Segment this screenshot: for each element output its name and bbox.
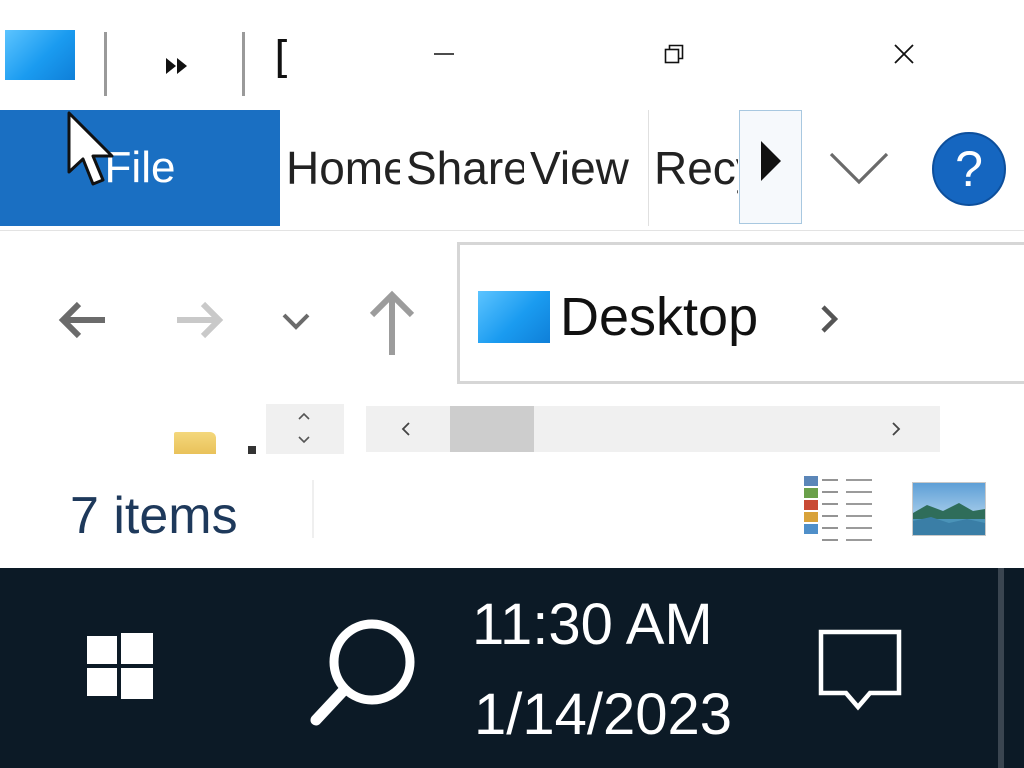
details-view-button[interactable]	[802, 476, 874, 542]
back-button[interactable]	[52, 290, 112, 350]
chevron-up-icon	[298, 412, 310, 420]
breadcrumb-desktop[interactable]: Desktop	[560, 285, 758, 349]
desktop-folder-icon	[478, 291, 550, 343]
tab-home[interactable]: Home	[286, 110, 400, 226]
close-icon	[894, 44, 914, 64]
restore-button[interactable]	[634, 18, 714, 90]
address-bar[interactable]: Desktop	[457, 242, 1024, 384]
taskbar: 11:30 AM 1/14/2023	[0, 568, 1024, 768]
details-view-icon	[804, 476, 872, 541]
help-icon: ?	[955, 141, 983, 197]
scroll-down-button[interactable]	[294, 430, 314, 450]
tab-label: Recycle Bin Tools	[654, 142, 738, 194]
toolbar-separator	[104, 32, 107, 96]
scroll-right-button[interactable]	[876, 406, 916, 452]
desktop-folder-icon[interactable]	[5, 30, 75, 80]
double-chevron-right-icon	[166, 58, 187, 74]
chevron-down-icon	[282, 313, 310, 330]
folder-icon[interactable]	[174, 432, 216, 454]
arrow-left-icon	[58, 301, 105, 339]
windows-logo-icon	[87, 633, 153, 699]
clock-date: 1/14/2023	[474, 682, 733, 747]
tab-recycle-bin-tools[interactable]: Recycle Bin Tools	[654, 110, 738, 226]
large-icons-view-icon	[913, 483, 985, 535]
quick-access-overflow-button[interactable]	[162, 52, 192, 80]
scroll-up-button[interactable]	[294, 406, 314, 426]
minimize-icon	[434, 53, 454, 55]
tab-divider	[648, 110, 649, 226]
tab-label: Home	[286, 142, 400, 194]
recent-locations-button[interactable]	[276, 296, 316, 346]
window-title: [	[274, 34, 292, 82]
action-center-icon	[818, 629, 902, 711]
chevron-left-icon	[401, 422, 410, 436]
tab-label: View	[530, 142, 629, 194]
toolbar-separator	[242, 32, 245, 96]
chevron-down-icon	[829, 152, 889, 185]
breadcrumb-separator[interactable]	[816, 301, 842, 337]
start-button[interactable]	[62, 608, 178, 724]
scroll-left-button[interactable]	[386, 406, 426, 452]
tab-label: File	[104, 143, 176, 192]
screen: [ File Home Share View Rec ? Desktop 7 i…	[0, 0, 1024, 768]
triangle-right-icon	[760, 141, 781, 181]
arrow-right-icon	[177, 301, 224, 339]
clock-time: 11:30 AM	[472, 592, 713, 657]
tab-share[interactable]: Share	[406, 110, 524, 226]
item-count: 7 items	[70, 487, 238, 545]
status-separator	[312, 480, 314, 538]
restore-icon	[664, 44, 684, 64]
status-bar: 7 items	[0, 462, 1024, 568]
horizontal-scrollbar[interactable]	[366, 406, 940, 452]
tab-scroll-right-button[interactable]	[739, 110, 802, 224]
large-icons-view-button[interactable]	[912, 482, 986, 536]
expand-ribbon-button[interactable]	[826, 140, 892, 196]
vertical-scrollbar[interactable]	[266, 404, 344, 454]
arrow-up-icon	[369, 290, 415, 355]
search-button[interactable]	[294, 602, 434, 742]
ribbon-tab-bar: File Home Share View Recycle Bin Tools ?	[0, 110, 1024, 231]
chevron-down-icon	[298, 436, 310, 444]
scroll-thumb[interactable]	[450, 406, 534, 452]
tab-view[interactable]: View	[530, 110, 642, 226]
file-name-fragment	[248, 446, 256, 454]
chevron-right-icon	[892, 422, 901, 436]
taskbar-clock[interactable]: 11:30 AM 1/14/2023	[470, 592, 770, 762]
tab-label: Share	[406, 142, 524, 194]
minimize-button[interactable]	[404, 18, 484, 90]
show-desktop-button[interactable]	[998, 568, 1004, 768]
tab-file[interactable]: File	[0, 110, 280, 226]
forward-button[interactable]	[170, 290, 230, 350]
help-button[interactable]: ?	[932, 132, 1006, 206]
action-center-button[interactable]	[810, 620, 910, 720]
up-button[interactable]	[362, 286, 422, 360]
title-bar: [	[0, 0, 1024, 110]
search-icon	[310, 619, 415, 726]
chevron-right-icon	[821, 305, 838, 333]
close-button[interactable]	[864, 18, 944, 90]
